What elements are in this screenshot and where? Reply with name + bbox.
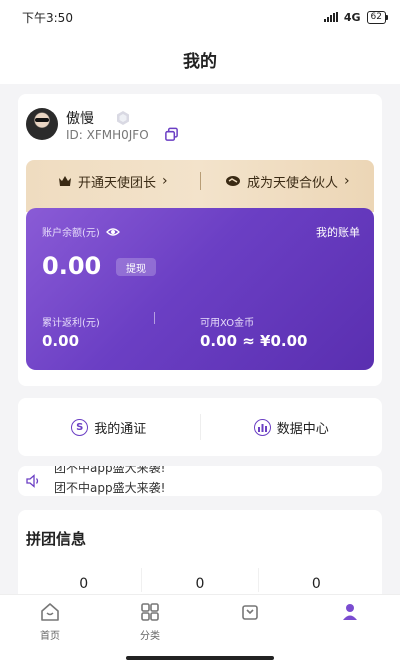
home-icon xyxy=(41,603,59,621)
vip-bar: 开通天使团长 › 成为天使合伙人 › xyxy=(26,160,374,212)
rebate-label: 累计返利(元) xyxy=(42,318,100,329)
bar-chart-icon xyxy=(253,418,271,436)
notice-text: 团不中app盛大来袭! xyxy=(54,481,166,495)
stat-divider xyxy=(154,312,155,324)
data-center-link[interactable]: 数据中心 xyxy=(201,418,383,437)
balance-label: 账户余额(元) xyxy=(42,228,100,239)
withdraw-button[interactable]: 提现 xyxy=(116,258,156,276)
open-leader-link[interactable]: 开通天使团长 › xyxy=(26,171,200,191)
quick-links-card: S 我的通证 数据中心 xyxy=(18,398,382,456)
group-stat-value[interactable]: 0 xyxy=(259,568,374,592)
tab-home[interactable]: 首页 xyxy=(0,595,100,666)
user-id: ID: XFMH0JFO xyxy=(66,128,149,142)
tab-mine[interactable] xyxy=(300,595,400,666)
chevron-right-icon: › xyxy=(343,173,350,189)
status-indicators: 4G 62 xyxy=(323,10,389,24)
page-title: 我的 xyxy=(183,51,217,72)
handshake-icon xyxy=(225,176,240,186)
balance-value: 0.00 xyxy=(42,252,102,280)
my-pass-label: 我的通证 xyxy=(94,421,147,437)
chevron-right-icon: › xyxy=(161,173,168,189)
coin-value: 0.00 ≈ ¥0.00 xyxy=(200,332,308,350)
crown-icon xyxy=(58,176,71,186)
speaker-icon xyxy=(26,474,39,488)
my-pass-link[interactable]: S 我的通证 xyxy=(18,418,200,437)
coin-label: 可用XO金币 xyxy=(200,318,255,329)
balance-label-row: 账户余额(元) xyxy=(42,224,120,239)
avatar[interactable] xyxy=(26,108,58,140)
group-stats: 0 0 0 xyxy=(26,568,374,592)
coin-icon: S xyxy=(71,418,89,436)
data-center-label: 数据中心 xyxy=(276,421,329,437)
battery-icon: 62 xyxy=(366,10,389,24)
become-partner-link[interactable]: 成为天使合伙人 › xyxy=(201,171,375,191)
level-badge-icon xyxy=(117,111,129,125)
become-partner-label: 成为天使合伙人 xyxy=(246,175,338,191)
notice-ticker[interactable]: 团不中app盛大来袭! 团不中app盛大来袭! xyxy=(18,466,382,496)
group-info-title: 拼团信息 xyxy=(26,530,87,548)
signal-icon xyxy=(323,12,338,22)
status-bar: 下午3:50 4G 62 xyxy=(0,0,400,34)
tab-category-label: 分类 xyxy=(140,631,160,642)
username: 傲慢 xyxy=(66,111,94,127)
open-leader-label: 开通天使团长 xyxy=(77,175,156,191)
tab-home-label: 首页 xyxy=(40,631,60,642)
group-stat-value[interactable]: 0 xyxy=(26,568,143,592)
my-account-link[interactable]: 我的账单 xyxy=(316,224,360,240)
profile-card: 傲慢 ID: XFMH0JFO 开通天使团长 › 成为天使合伙人 › 账户余额( xyxy=(18,94,382,386)
network-label: 4G xyxy=(343,10,361,24)
wallet-card: 账户余额(元) 我的账单 0.00 提现 累计返利(元) 可用XO金币 0.00… xyxy=(26,208,374,370)
copy-icon[interactable] xyxy=(164,127,179,142)
rebate-value: 0.00 xyxy=(42,332,80,350)
home-indicator xyxy=(126,656,274,660)
grid-icon xyxy=(141,603,159,621)
person-icon xyxy=(343,604,357,620)
group-stat-value[interactable]: 0 xyxy=(142,568,259,592)
notice-text: 团不中app盛大来袭! xyxy=(54,466,166,475)
page-header: 我的 xyxy=(0,34,400,84)
cart-icon xyxy=(242,605,258,620)
status-time: 下午3:50 xyxy=(22,10,73,25)
eye-icon[interactable] xyxy=(105,227,120,237)
